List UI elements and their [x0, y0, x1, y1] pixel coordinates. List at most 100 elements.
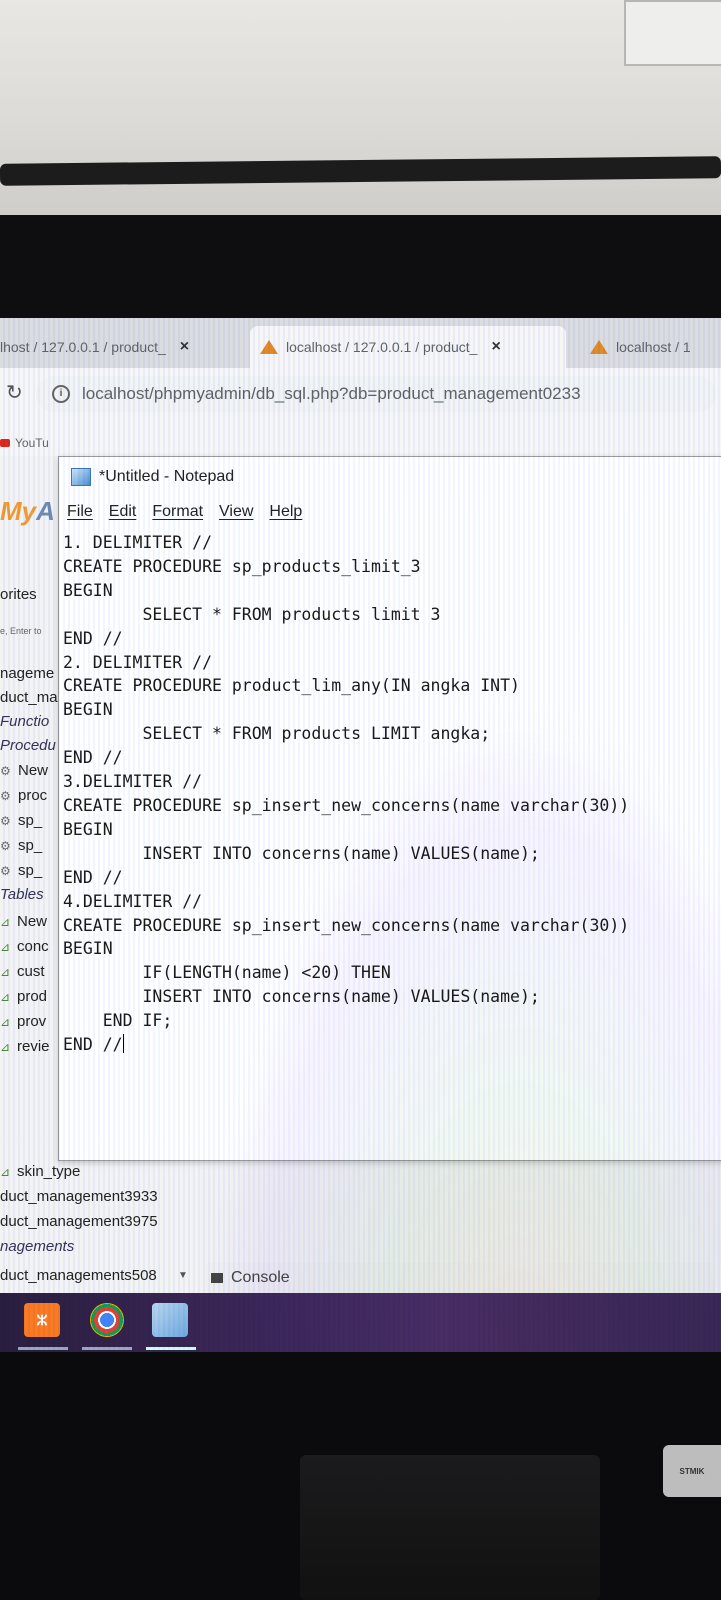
procedure-icon: ⚙ [0, 789, 11, 803]
info-icon[interactable]: i [52, 385, 70, 403]
address-bar[interactable]: i localhost/phpmyadmin/db_sql.php?db=pro… [36, 376, 716, 412]
table-item[interactable]: ⊿ New [0, 913, 47, 930]
table-item[interactable]: ⊿ conc [0, 938, 49, 955]
console-bar[interactable]: Console [205, 1263, 715, 1293]
phpmyadmin-logo: MyA [0, 496, 55, 527]
chevron-down-icon[interactable]: ▼ [178, 1270, 188, 1281]
db-item[interactable]: duct_management3975 [0, 1213, 158, 1230]
table-icon: ⊿ [0, 915, 11, 929]
code-line: BEGIN [63, 819, 113, 839]
notepad-app-icon[interactable] [152, 1303, 188, 1337]
table-icon: ⊿ [0, 965, 11, 979]
tab-product-1[interactable]: lhost / 127.0.0.1 / product_ × [0, 326, 240, 368]
table-item[interactable]: ⊿ skin_type [0, 1163, 80, 1180]
notepad-window[interactable]: *Untitled - Notepad File Edit Format Vie… [58, 456, 721, 1161]
procedures-group[interactable]: Procedu [0, 737, 56, 754]
table-label: revie [17, 1038, 50, 1055]
browser-tab-strip: lhost / 127.0.0.1 / product_ × localhost… [0, 318, 721, 368]
tab-label: localhost / 127.0.0.1 / product_ [286, 339, 478, 355]
code-line: 2. DELIMITER // [63, 652, 213, 672]
menu-format[interactable]: Format [152, 503, 203, 521]
wall-socket [624, 0, 721, 66]
table-icon: ⊿ [0, 990, 11, 1004]
filter-input[interactable]: e, Enter to [0, 626, 42, 636]
code-line: 4.DELIMITER // [63, 891, 203, 911]
close-icon[interactable]: × [491, 338, 500, 356]
procedure-item[interactable]: ⚙ sp_ [0, 812, 42, 829]
code-line: BEGIN [63, 700, 113, 720]
code-line: END // [63, 628, 123, 648]
db-item[interactable]: duct_ma [0, 689, 58, 706]
favorites-tab[interactable]: orites [0, 586, 37, 603]
code-line: INSERT INTO concerns(name) VALUES(name); [63, 987, 540, 1007]
procedure-icon: ⚙ [0, 814, 11, 828]
bookmark-youtube[interactable]: YouTu [0, 436, 49, 450]
table-icon: ⊿ [0, 1015, 11, 1029]
code-line: END IF; [63, 1011, 173, 1031]
menu-edit[interactable]: Edit [109, 503, 137, 521]
procedure-label: sp_ [18, 862, 43, 879]
active-indicator [18, 1347, 68, 1350]
procedure-label: proc [18, 787, 48, 804]
procedure-label: sp_ [18, 837, 43, 854]
table-label: prov [17, 1013, 47, 1030]
procedure-item[interactable]: ⚙ sp_ [0, 837, 42, 854]
close-icon[interactable]: × [180, 338, 189, 356]
notepad-text-area[interactable]: 1. DELIMITER // CREATE PROCEDURE sp_produ… [63, 531, 718, 1151]
tables-group[interactable]: Tables [0, 886, 44, 903]
menu-view[interactable]: View [219, 503, 253, 521]
code-line: 1. DELIMITER // [63, 533, 213, 552]
code-line: END // [63, 1034, 124, 1055]
functions-group[interactable]: Functio [0, 713, 49, 730]
bookmark-label: YouTu [15, 436, 49, 450]
procedure-item[interactable]: ⚙ proc [0, 787, 47, 804]
youtube-icon [0, 439, 10, 447]
table-label: conc [17, 938, 49, 955]
db-item[interactable]: duct_managements508 [0, 1267, 157, 1284]
chrome-icon[interactable] [90, 1303, 124, 1337]
brand-sticker: STMIK [663, 1445, 721, 1497]
reload-icon[interactable]: ↻ [6, 380, 23, 405]
code-line: 3.DELIMITER // [63, 772, 203, 792]
code-line: INSERT INTO concerns(name) VALUES(name); [63, 843, 540, 863]
menu-file[interactable]: File [67, 503, 93, 521]
notepad-title: *Untitled - Notepad [99, 468, 235, 485]
db-item[interactable]: duct_management3933 [0, 1188, 158, 1205]
procedure-item[interactable]: ⚙ New [0, 762, 48, 779]
tab-localhost-3[interactable]: localhost / 1 [580, 326, 721, 368]
monitor-screen: lhost / 127.0.0.1 / product_ × localhost… [0, 318, 721, 1352]
db-item[interactable]: nageme [0, 665, 54, 682]
phpmyadmin-icon [590, 340, 608, 354]
text-caret [122, 1034, 124, 1054]
console-icon [211, 1273, 223, 1283]
active-indicator [82, 1347, 132, 1350]
procedure-icon: ⚙ [0, 764, 11, 778]
code-line: CREATE PROCEDURE sp_insert_new_concerns(… [63, 795, 630, 815]
tab-product-2[interactable]: localhost / 127.0.0.1 / product_ × [250, 326, 566, 368]
logo-text: My [0, 496, 37, 526]
procedure-item[interactable]: ⚙ sp_ [0, 862, 42, 879]
procedure-icon: ⚙ [0, 839, 11, 853]
menu-help[interactable]: Help [269, 503, 302, 521]
bookmarks-bar: YouTu [0, 420, 721, 456]
table-icon: ⊿ [0, 1165, 11, 1179]
taskbar: ⵣ [0, 1293, 721, 1352]
monitor-bezel-top [0, 215, 721, 325]
table-icon: ⊿ [0, 940, 11, 954]
notepad-menu-bar: File Edit Format View Help [59, 497, 721, 527]
code-line: END // [63, 748, 123, 768]
url-text: localhost/phpmyadmin/db_sql.php?db=produ… [82, 384, 581, 403]
table-item[interactable]: ⊿ prod [0, 988, 47, 1005]
table-item[interactable]: ⊿ cust [0, 963, 45, 980]
logo-text: A [36, 496, 55, 526]
notepad-title-bar[interactable]: *Untitled - Notepad [59, 457, 721, 497]
code-line: BEGIN [63, 580, 113, 600]
table-item[interactable]: ⊿ prov [0, 1013, 46, 1030]
db-group[interactable]: nagements [0, 1238, 74, 1255]
table-label: skin_type [17, 1163, 81, 1180]
xampp-icon[interactable]: ⵣ [24, 1303, 60, 1337]
table-item[interactable]: ⊿ revie [0, 1038, 50, 1055]
code-line: END // [63, 867, 123, 887]
code-line: CREATE PROCEDURE sp_products_limit_3 [63, 556, 421, 576]
table-icon: ⊿ [0, 1040, 11, 1054]
